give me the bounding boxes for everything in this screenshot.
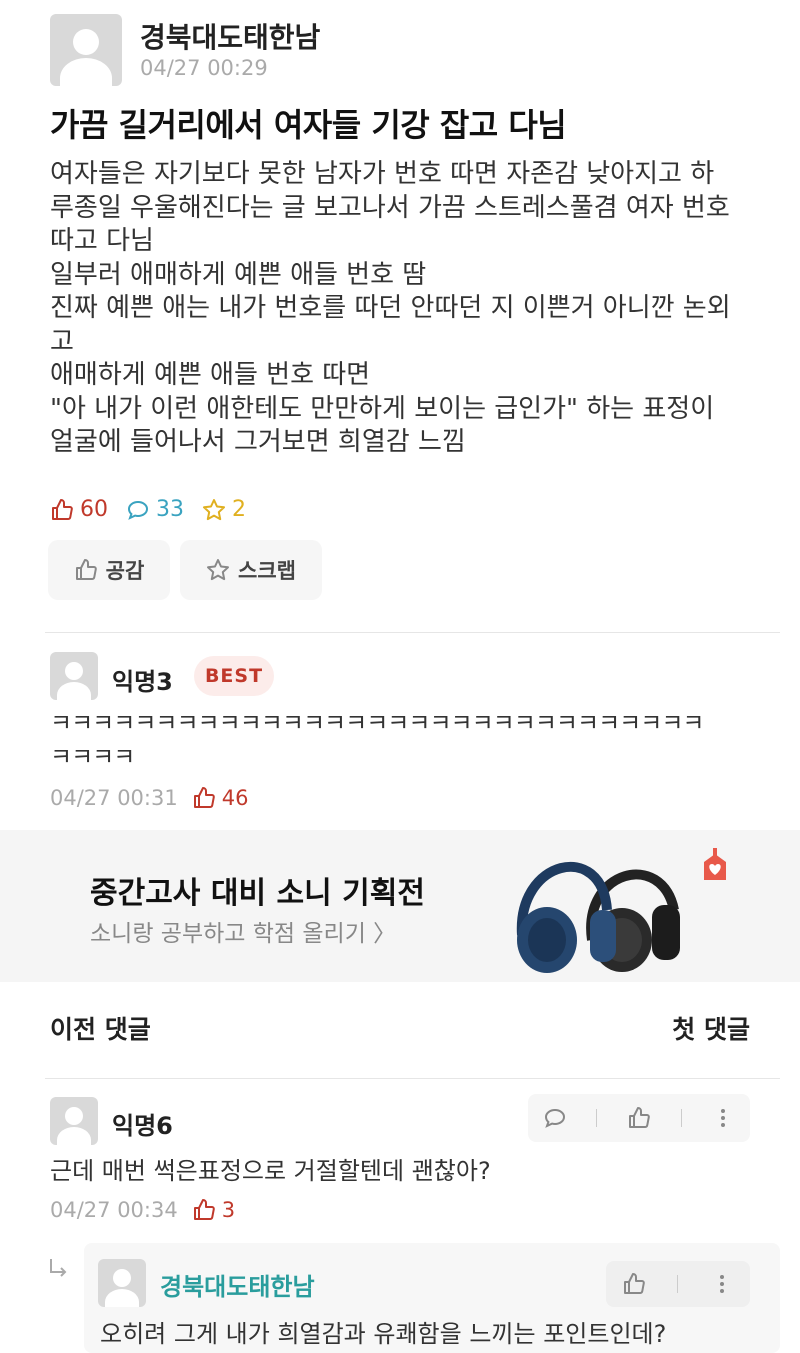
thumbs-up-icon [75, 559, 97, 580]
like-button-label: 공감 [105, 559, 145, 583]
headphones-image [516, 861, 680, 973]
separator [677, 1275, 679, 1293]
ad-banner[interactable]: 중간고사 대비 소니 기획전 소니랑 공부하고 학점 올리기 〉 [0, 830, 800, 982]
scrap-count: 2 [232, 497, 246, 522]
ad-brand-icon [704, 848, 726, 880]
thumbs-up-icon[interactable] [627, 1106, 651, 1130]
best-comment-time: 04/27 00:31 [50, 786, 178, 810]
reply-box: 경북대도태한남 오히려 그게 내가 희열감과 유쾌함을 느끼는 포인트인데? [84, 1243, 780, 1353]
like-button[interactable]: 공감 [48, 540, 170, 600]
best-comment-meta: 04/27 00:31 46 [50, 786, 248, 810]
reply-icon[interactable] [543, 1106, 567, 1130]
post-body-line: 루종일 우울해진다는 글 보고나서 가끔 스트레스풀겸 여자 번호 [50, 192, 730, 223]
prev-comments-link[interactable]: 이전 댓글 [50, 1010, 151, 1046]
divider [45, 632, 780, 633]
star-icon [207, 559, 230, 581]
best-comment-line: ㅋㅋㅋㅋㅋㅋㅋㅋㅋㅋㅋㅋㅋㅋㅋㅋㅋㅋㅋㅋㅋㅋㅋㅋㅋㅋㅋㅋㅋㅋㅋ [50, 709, 704, 737]
comment-time: 04/27 00:34 [50, 1198, 178, 1222]
post-title: 가끔 길거리에서 여자들 기강 잡고 다님 [50, 106, 567, 144]
star-icon [203, 498, 225, 520]
post-timestamp: 04/27 00:29 [140, 56, 268, 80]
comment-avatar[interactable] [50, 1097, 98, 1145]
reply-author[interactable]: 경북대도태한남 [160, 1267, 315, 1302]
best-comment-like-count: 46 [221, 786, 249, 810]
post-body-line: 애매하게 예쁜 애들 번호 따면 [50, 360, 371, 390]
comment-meta: 04/27 00:34 3 [50, 1198, 235, 1222]
comment-count: 33 [156, 497, 184, 522]
ad-subtitle[interactable]: 소니랑 공부하고 학점 올리기 〉 [90, 914, 396, 948]
best-comment-line: ㅋㅋㅋㅋ [50, 743, 135, 771]
comment-text: 근데 매번 썩은표정으로 거절할텐데 괜찮아? [50, 1157, 491, 1185]
reply-arrow-icon [50, 1259, 67, 1277]
best-comment-author[interactable]: 익명3 [112, 662, 173, 697]
post-body-line: "아 내가 이런 애한테도 만만하게 보이는 급인가" 하는 표정이 [50, 393, 715, 424]
scrap-stat: 2 [202, 497, 246, 522]
comment-like-count: 3 [221, 1198, 236, 1222]
post-body-line: 얼굴에 들어나서 그거보면 희열감 느낌 [50, 427, 466, 457]
scrap-button[interactable]: 스크랩 [180, 540, 322, 600]
divider [45, 1078, 780, 1079]
post-body-line: 진짜 예쁜 애는 내가 번호를 따던 안따던 지 이쁜거 아니깐 논외 [50, 293, 731, 323]
reply-action-bar [606, 1261, 750, 1307]
post-body-line: 일부러 애매하게 예쁜 애들 번호 땀 [50, 259, 427, 290]
best-badge: BEST [194, 656, 274, 696]
thumbs-up-icon [52, 498, 73, 520]
best-comment-like[interactable]: 46 [192, 786, 249, 810]
post-body-line: 여자들은 자기보다 못한 남자가 번호 따면 자존감 낮아지고 하 [50, 159, 715, 189]
scrap-button-label: 스크랩 [238, 559, 296, 583]
like-count: 60 [80, 497, 108, 522]
speech-bubble-icon [127, 500, 149, 520]
post-author-name[interactable]: 경북대도태한남 [140, 16, 320, 56]
best-comment-avatar[interactable] [50, 652, 98, 700]
thumbs-up-icon [193, 787, 215, 808]
thumbs-up-icon [193, 1199, 215, 1220]
post-stats: 60 33 2 [50, 497, 264, 522]
like-stat: 60 [50, 497, 108, 522]
thumbs-up-icon[interactable] [622, 1272, 646, 1296]
post-body-line: 고 [50, 326, 74, 357]
more-vertical-icon[interactable] [710, 1272, 734, 1296]
first-comment-link[interactable]: 첫 댓글 [672, 1010, 750, 1046]
comment-like[interactable]: 3 [192, 1198, 235, 1222]
more-vertical-icon[interactable] [711, 1106, 735, 1130]
separator [596, 1109, 598, 1127]
best-comment-text: ㅋㅋㅋㅋㅋㅋㅋㅋㅋㅋㅋㅋㅋㅋㅋㅋㅋㅋㅋㅋㅋㅋㅋㅋㅋㅋㅋㅋㅋㅋㅋ ㅋㅋㅋㅋ [50, 706, 770, 774]
separator [680, 1109, 682, 1127]
reply-text: 오히려 그게 내가 희열감과 유쾌함을 느끼는 포인트인데? [100, 1320, 667, 1348]
ad-title: 중간고사 대비 소니 기획전 [90, 876, 425, 911]
comment-action-bar [528, 1094, 750, 1142]
comment-stat: 33 [126, 497, 184, 522]
comment-author[interactable]: 익명6 [112, 1106, 173, 1141]
post-body-line: 따고 다님 [50, 226, 154, 256]
reply-avatar[interactable] [98, 1259, 146, 1307]
post-author-avatar[interactable] [50, 14, 122, 86]
post-body: 여자들은 자기보다 못한 남자가 번호 따면 자존감 낮아지고 하 루종일 우울… [50, 158, 760, 460]
